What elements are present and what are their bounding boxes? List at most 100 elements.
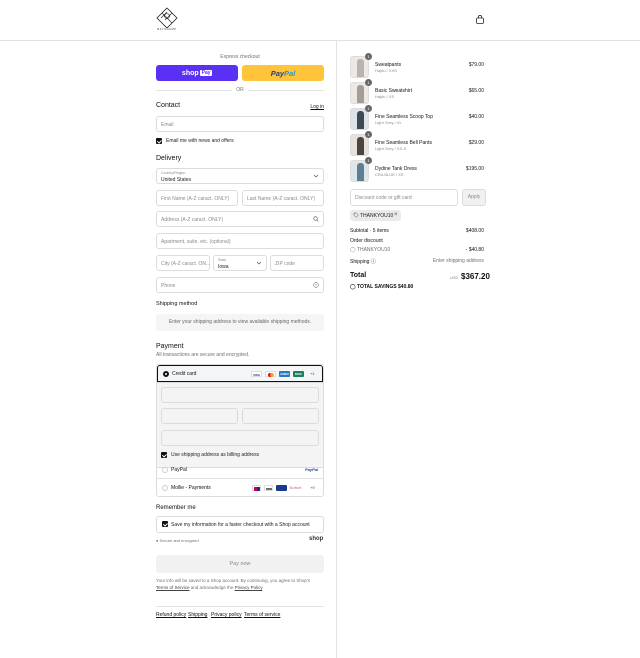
state-value: Iowa [218, 264, 229, 270]
terms-of-service-link[interactable]: Terms of service [244, 612, 280, 618]
tag-code: THANKYOU10 [360, 213, 394, 219]
refund-policy-link[interactable]: Refund policy [156, 612, 186, 618]
mollie-more-count: +9 [310, 485, 315, 490]
bancontact-icon [252, 485, 261, 491]
mollie-radio[interactable] [162, 485, 168, 491]
eps-icon [264, 485, 273, 491]
payment-title: Payment [156, 343, 184, 350]
savings-label: TOTAL SAVINGS [357, 284, 397, 290]
giropay-icon [276, 485, 287, 491]
shop-pay-button[interactable]: shop Pay [156, 65, 238, 81]
item-price: $65.00 [468, 88, 484, 94]
quantity-badge: 1 [365, 131, 372, 138]
paypal-logo: PayPal [305, 467, 319, 472]
product-image [357, 111, 364, 129]
state-label: State [218, 258, 227, 262]
delivery-title: Delivery [156, 155, 182, 162]
email-field[interactable]: Email [156, 116, 324, 132]
discount-tag-chip: THANKYOU10 × [350, 210, 401, 221]
apply-button[interactable]: Apply [462, 189, 486, 206]
item-price: $29.00 [468, 140, 484, 146]
sofort-icon: Sofort [289, 485, 302, 491]
apartment-placeholder: Apartment, suite, etc. (optional) [161, 239, 231, 245]
country-value: United States [161, 177, 192, 183]
address-placeholder: Address (A-Z caract. ONLY) [161, 217, 224, 223]
product-image [357, 137, 364, 155]
shop-logo: shop [309, 536, 324, 542]
shopping-bag-icon[interactable] [476, 14, 484, 24]
remove-tag-icon[interactable]: × [394, 212, 398, 218]
news-label: Email me with news and offers [166, 138, 234, 144]
card-number-field[interactable] [161, 387, 319, 403]
state-select[interactable]: State Iowa [213, 255, 267, 271]
item-variant: Hajdu / XS [375, 94, 395, 99]
privacy-link[interactable]: Privacy Policy [235, 585, 263, 590]
total-label: Total [350, 272, 367, 279]
store-logo[interactable]: BAYCHAMP [153, 7, 181, 33]
express-checkout-label: Express checkout [220, 54, 260, 60]
paypal-text-pay: Pay [270, 68, 285, 78]
card-expiry-field[interactable] [161, 408, 238, 424]
shipping-link[interactable]: Shipping [188, 612, 207, 618]
card-form: Use shipping address as billing address [157, 382, 323, 468]
paypal-label: PayPal [171, 467, 187, 473]
quantity-badge: 1 [365, 53, 372, 60]
city-placeholder: City (A-Z caract. ON... [161, 261, 211, 267]
header: BAYCHAMP [0, 0, 640, 41]
total-savings: ◯ TOTAL SAVINGS $40.80 [350, 284, 413, 290]
shipping-value: Enter shipping address [432, 258, 484, 264]
payment-methods: Credit card VISA AMEX DISC +1 Use shippi… [156, 364, 324, 497]
login-link[interactable]: Log in [300, 104, 324, 110]
country-select[interactable]: Country/Region United States [156, 168, 324, 184]
zip-field[interactable]: ZIP code [270, 255, 324, 271]
credit-card-radio[interactable] [163, 371, 169, 377]
item-variant: CRA BLUE / XS [375, 172, 404, 177]
help-icon[interactable]: ? [313, 282, 319, 288]
discount-code-field[interactable]: Discount code or gift card [350, 189, 458, 206]
paypal-express-button[interactable]: Pay Pal [242, 65, 324, 81]
last-name-field[interactable]: Last Name (A-Z caract. ONLY) [242, 190, 324, 206]
shop-pay-badge: Pay [200, 70, 213, 76]
card-name-field[interactable] [161, 430, 319, 446]
pay-now-button[interactable]: Pay now [156, 555, 324, 573]
remember-box: Save my information for a faster checkou… [156, 516, 324, 533]
terms-link[interactable]: Terms of Service [156, 585, 190, 590]
zip-placeholder: ZIP code [275, 261, 295, 267]
order-item: 1 Dydine Tank Dress CRA BLUE / XS $195.0… [350, 157, 486, 182]
paypal-option[interactable]: PayPal PayPal [157, 462, 323, 479]
paypal-radio[interactable] [162, 467, 168, 473]
mollie-option[interactable]: Mollie - Payments Sofort +9 [157, 480, 323, 496]
apartment-field[interactable]: Apartment, suite, etc. (optional) [156, 233, 324, 249]
country-label: Country/Region [161, 171, 186, 175]
billing-checkbox[interactable] [161, 452, 167, 458]
card-cvc-field[interactable] [242, 408, 319, 424]
amex-icon: AMEX [279, 371, 290, 377]
privacy-policy-link[interactable]: Privacy policy [211, 612, 242, 618]
legal-note: Your info will be saved to a Shop accoun… [156, 577, 324, 591]
subtotal-value: $408.00 [465, 228, 484, 234]
news-checkbox[interactable] [156, 138, 162, 144]
billing-label: Use shipping address as billing address [171, 452, 260, 458]
address-field[interactable]: Address (A-Z caract. ONLY) [156, 211, 324, 227]
chevron-down-icon [313, 173, 319, 179]
quantity-badge: 1 [365, 157, 372, 164]
logo-text: BAYCHAMP [157, 28, 177, 31]
quantity-badge: 1 [365, 79, 372, 86]
phone-field[interactable]: Phone ? [156, 277, 324, 293]
shop-pay-text: shop [181, 69, 199, 77]
total-value: $367.20 [461, 272, 490, 281]
save-info-checkbox[interactable] [162, 521, 168, 527]
discount-code-text: ◯ THANKYOU10 [350, 247, 390, 253]
item-variant: Light Grey / XL [375, 120, 402, 125]
tag-icon: ◯ [350, 247, 356, 253]
help-icon[interactable]: ⓘ [371, 259, 376, 265]
secure-label: Secure and encrypted [159, 538, 199, 543]
save-info-label: Save my information for a faster checkou… [171, 522, 310, 528]
remember-title: Remember me [156, 505, 196, 511]
credit-card-option[interactable]: Credit card VISA AMEX DISC +1 [157, 365, 323, 382]
secure-note: ● Secure and encrypted [156, 538, 199, 543]
first-name-field[interactable]: First Name (A-Z caract. ONLY) [156, 190, 238, 206]
visa-icon: VISA [251, 371, 262, 377]
city-field[interactable]: City (A-Z caract. ON... [156, 255, 210, 271]
order-item: 1 Fine Seamless Bell Pants Light Grey / … [350, 131, 486, 156]
